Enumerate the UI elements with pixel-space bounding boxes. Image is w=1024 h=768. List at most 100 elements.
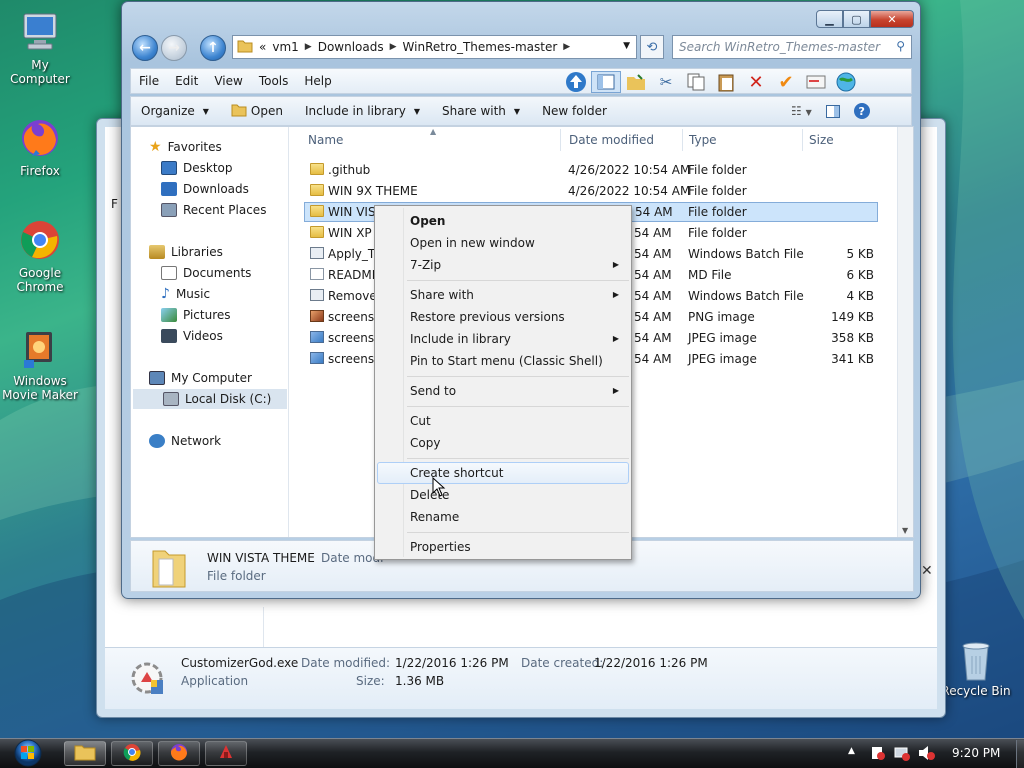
volume-muted-icon[interactable] [918, 745, 936, 764]
organize-button[interactable]: Organize ▼ [131, 104, 220, 118]
breadcrumb-segment[interactable]: Downloads [318, 40, 384, 54]
scroll-down-icon[interactable]: ▼ [902, 526, 908, 535]
nav-desktop[interactable]: Desktop [161, 158, 233, 178]
email-icon[interactable] [801, 71, 831, 93]
nav-recent-places[interactable]: Recent Places [161, 200, 266, 220]
taskbar-firefox-button[interactable] [158, 741, 200, 766]
taskbar-explorer-button[interactable] [64, 741, 106, 766]
file-type: File folder [688, 226, 747, 240]
desktop-icon-recycle-bin[interactable]: Recycle Bin [936, 636, 1016, 698]
cut-icon[interactable]: ✂ [651, 71, 681, 93]
breadcrumb-arrow-icon[interactable]: ▶ [390, 42, 397, 52]
batch-file-icon [310, 289, 324, 301]
refresh-button[interactable]: ⟲ [640, 35, 664, 59]
nav-videos[interactable]: Videos [161, 326, 223, 346]
computer-icon [18, 10, 62, 54]
nav-documents[interactable]: Documents [161, 263, 251, 283]
breadcrumb-segment[interactable]: vm1 [272, 40, 298, 54]
address-prefix[interactable]: « [259, 40, 266, 54]
nav-downloads[interactable]: Downloads [161, 179, 249, 199]
column-header-size[interactable]: Size [809, 133, 834, 147]
desktop-icon-chrome[interactable]: Google Chrome [0, 218, 80, 294]
ctx-delete[interactable]: Delete [377, 484, 629, 506]
menu-tools[interactable]: Tools [251, 74, 297, 88]
forward-button[interactable]: → [161, 35, 187, 61]
nav-my-computer[interactable]: My Computer [149, 368, 252, 388]
show-hidden-icons-icon[interactable]: ▲ [848, 746, 855, 756]
search-input[interactable]: Search WinRetro_Themes-master ⚲ [672, 35, 912, 59]
network-status-icon[interactable] [894, 745, 910, 764]
ctx-rename[interactable]: Rename [377, 506, 629, 528]
ctx-restore-previous[interactable]: Restore previous versions [377, 306, 629, 328]
ctx-7zip[interactable]: 7-Zip ▶ [377, 254, 629, 276]
desktop-icon-firefox[interactable]: Firefox [0, 116, 80, 178]
ctx-properties[interactable]: Properties [377, 536, 629, 558]
column-header-type[interactable]: Type [689, 133, 717, 147]
address-dropdown-icon[interactable]: ▼ [623, 41, 630, 51]
new-folder-button[interactable]: New folder [531, 104, 618, 118]
nav-favorites[interactable]: ★ Favorites [149, 137, 222, 157]
ctx-share-with[interactable]: Share with ▶ [377, 284, 629, 306]
taskbar-app-button[interactable] [205, 741, 247, 766]
file-row[interactable]: WIN 9X THEME 4/26/2022 10:54 AM File fol… [304, 181, 878, 201]
ctx-cut[interactable]: Cut [377, 410, 629, 432]
view-options-icon[interactable]: ☷ ▼ [791, 104, 812, 118]
select-icon[interactable] [621, 71, 651, 93]
videos-icon [161, 329, 177, 343]
taskbar-chrome-button[interactable] [111, 741, 153, 766]
menu-edit[interactable]: Edit [167, 74, 206, 88]
nav-label: Music [175, 287, 211, 301]
share-with-button[interactable]: Share with ▼ [431, 104, 531, 118]
menu-file[interactable]: File [131, 74, 167, 88]
back-button[interactable]: ← [132, 35, 158, 61]
ctx-open[interactable]: Open [377, 210, 629, 232]
ctx-send-to[interactable]: Send to ▶ [377, 380, 629, 402]
nav-music[interactable]: ♪ Music [161, 284, 210, 304]
vertical-scrollbar[interactable]: ▼ [897, 127, 913, 537]
folders-pane-icon[interactable] [591, 71, 621, 93]
nav-pictures[interactable]: Pictures [161, 305, 231, 325]
internet-icon[interactable] [831, 71, 861, 93]
nav-libraries[interactable]: Libraries [149, 242, 223, 262]
minimize-button[interactable]: ▁ [816, 10, 843, 28]
maximize-button[interactable]: ▢ [843, 10, 870, 28]
taskbar-clock[interactable]: 9:20 PM [952, 746, 1000, 760]
properties-check-icon[interactable]: ✔ [771, 71, 801, 93]
desktop-icon-my-computer[interactable]: My Computer [0, 10, 80, 86]
breadcrumb-arrow-icon[interactable]: ▶ [563, 42, 570, 52]
include-in-library-button[interactable]: Include in library ▼ [294, 104, 431, 118]
nav-label: Desktop [183, 161, 233, 175]
column-header-name[interactable]: Name [308, 133, 343, 147]
nav-network[interactable]: Network [149, 431, 221, 451]
up-button[interactable]: ↑ [200, 35, 226, 61]
delete-icon[interactable]: ✕ [741, 71, 771, 93]
nav-local-disk[interactable]: Local Disk (C:) [133, 389, 287, 409]
start-button[interactable] [8, 739, 48, 767]
up-folder-icon[interactable] [561, 71, 591, 93]
help-icon[interactable]: ? [853, 103, 870, 119]
menu-view[interactable]: View [206, 74, 250, 88]
paste-icon[interactable] [711, 71, 741, 93]
batch-file-icon [310, 247, 324, 259]
copy-icon[interactable] [681, 71, 711, 93]
open-button[interactable]: Open [220, 103, 294, 120]
ctx-open-new-window[interactable]: Open in new window [377, 232, 629, 254]
preview-pane-icon[interactable] [825, 104, 840, 118]
breadcrumb-segment[interactable]: WinRetro_Themes-master [403, 40, 558, 54]
show-desktop-button[interactable] [1016, 740, 1024, 768]
close-icon[interactable]: ✕ [921, 563, 933, 579]
address-bar[interactable]: « vm1 ▶ Downloads ▶ WinRetro_Themes-mast… [232, 35, 637, 59]
file-row[interactable]: .github 4/26/2022 10:54 AM File folder [304, 160, 878, 180]
ctx-create-shortcut[interactable]: Create shortcut [377, 462, 629, 484]
ctx-copy[interactable]: Copy [377, 432, 629, 454]
column-header-date[interactable]: Date modified [569, 133, 654, 147]
search-icon[interactable]: ⚲ [896, 39, 905, 53]
ctx-include-in-library[interactable]: Include in library ▶ [377, 328, 629, 350]
breadcrumb-arrow-icon[interactable]: ▶ [305, 42, 312, 52]
folder-icon [310, 184, 324, 196]
ctx-pin-to-start[interactable]: Pin to Start menu (Classic Shell) [377, 350, 629, 372]
close-button[interactable]: ✕ [870, 10, 914, 28]
menu-help[interactable]: Help [296, 74, 339, 88]
action-center-icon[interactable] [870, 745, 886, 764]
desktop-icon-movie-maker[interactable]: Windows Movie Maker [0, 326, 80, 402]
